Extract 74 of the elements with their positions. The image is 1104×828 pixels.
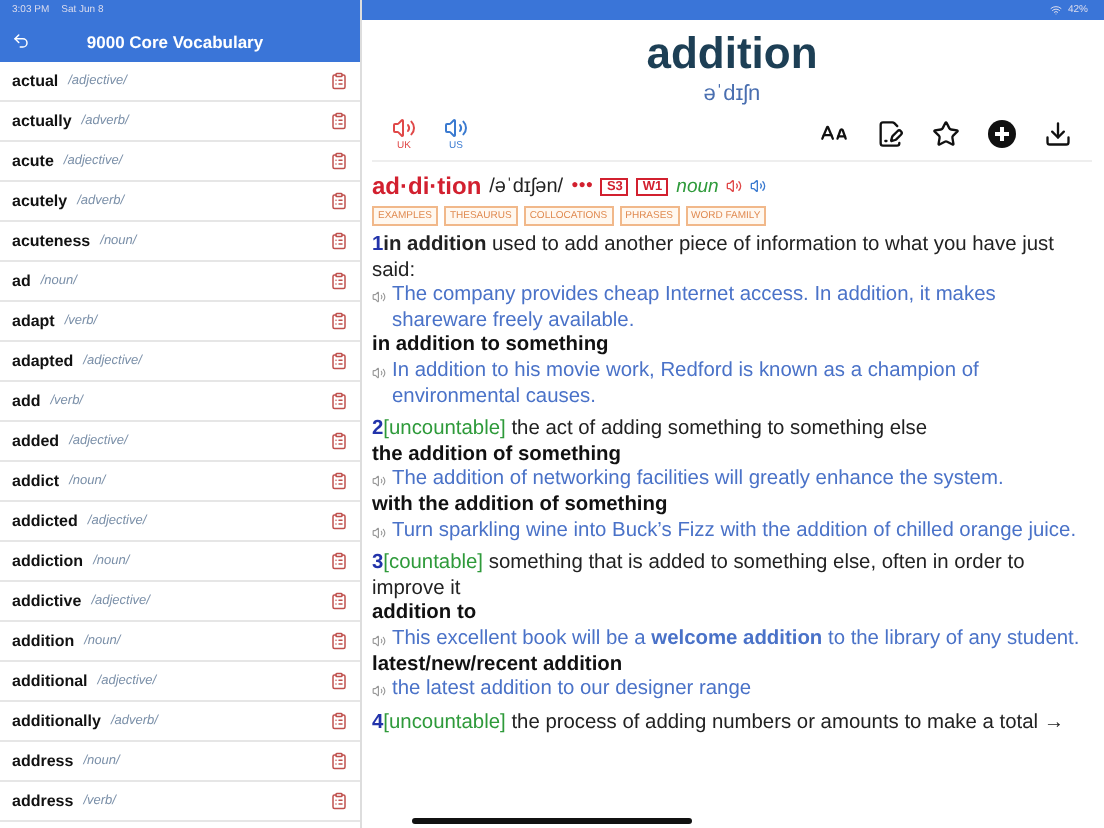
add-icon <box>988 120 1016 148</box>
note-icon[interactable] <box>330 432 348 450</box>
entry-headword: ad·di·tion <box>372 172 482 200</box>
note-icon[interactable] <box>330 112 348 130</box>
part-of-speech: noun <box>676 175 719 197</box>
grammar-pattern: the addition of something <box>372 443 624 469</box>
headword: addition <box>644 28 820 80</box>
note-icon[interactable] <box>330 312 348 330</box>
note-icon[interactable] <box>330 472 348 490</box>
vocabulary-word[interactable]: address <box>12 752 74 770</box>
vocabulary-word[interactable]: additional <box>12 672 88 690</box>
vocabulary-word[interactable]: add <box>12 392 41 410</box>
vocabulary-word[interactable]: ad <box>12 272 31 290</box>
note-icon[interactable] <box>330 552 348 570</box>
example-sentence: The company provides cheap Internet access. In addition, it makes shareware freely available. <box>392 284 998 335</box>
note-icon[interactable] <box>330 72 348 90</box>
vocabulary-word[interactable]: acuteness <box>12 232 91 250</box>
back-button[interactable] <box>12 32 30 50</box>
example-sentence: the latest addition to our designer range <box>392 678 752 704</box>
grammar-pattern: latest/new/recent addition <box>372 653 625 679</box>
vocabulary-word[interactable]: address <box>12 792 74 810</box>
speaker-icon[interactable] <box>372 525 386 540</box>
vocabulary-word[interactable]: added <box>12 432 60 450</box>
speaker-icon[interactable] <box>372 290 386 305</box>
vocabulary-word[interactable]: acutely <box>12 192 68 210</box>
sense-definition: 4[uncountable] the process of adding numbers or amounts to make a total → <box>372 711 1067 737</box>
note-icon[interactable] <box>330 632 348 650</box>
note-icon[interactable] <box>330 792 348 810</box>
note-icon[interactable] <box>330 272 348 290</box>
vocabulary-word[interactable]: addiction <box>12 552 84 570</box>
vocabulary-word[interactable]: adapt <box>12 312 55 330</box>
vocabulary-word[interactable]: addict <box>12 472 60 490</box>
note-icon[interactable] <box>330 232 348 250</box>
note-icon[interactable] <box>330 392 348 410</box>
sense-definition: 3[countable] something that is added to something else, often in order to improve it <box>372 552 1027 603</box>
note-icon[interactable] <box>330 592 348 610</box>
sense-definition: 1in addition used to add another piece of information to what you have just said: <box>372 234 1056 285</box>
speaker-icon[interactable] <box>726 178 743 194</box>
vocabulary-word[interactable]: additionally <box>12 712 101 730</box>
note-icon[interactable] <box>330 752 348 770</box>
speaker-icon[interactable] <box>372 684 386 699</box>
note-icon[interactable] <box>330 192 348 210</box>
vocabulary-word[interactable]: acute <box>12 152 54 170</box>
download-button[interactable] <box>1044 120 1072 148</box>
speaker-icon[interactable] <box>750 178 767 194</box>
star-button[interactable] <box>932 120 960 148</box>
vocabulary-word[interactable]: adapted <box>12 352 74 370</box>
note-icon[interactable] <box>330 152 348 170</box>
example-sentence: The addition of networking facilities will greatly enhance the system. <box>392 468 1004 494</box>
note-icon[interactable] <box>330 672 348 690</box>
example-sentence: Turn sparkling wine into Buck’s Fizz with the addition of chilled orange juice. <box>392 519 1077 545</box>
grammar-pattern: in addition to something <box>372 334 611 360</box>
speaker-icon[interactable] <box>372 633 386 648</box>
vocabulary-word[interactable]: actual <box>12 72 59 90</box>
note-edit-button[interactable] <box>876 120 904 148</box>
speaker-icon[interactable] <box>372 474 386 489</box>
vocabulary-word[interactable]: actually <box>12 112 72 130</box>
entry-pronunciation: /əˈdɪʃən/ <box>489 175 564 197</box>
example-sentence: This excellent book will be a welcome addition to the library of any student. <box>392 627 1080 653</box>
example-sentence: In addition to his movie work, Redford is known as a champion of environmental causes. <box>392 359 981 411</box>
pronunciation: əˈdɪʃn <box>701 82 763 106</box>
grammar-pattern: with the addition of something <box>372 493 670 520</box>
speaker-icon[interactable] <box>372 365 386 380</box>
sense-definition: 2[uncountable] the act of adding something to something else <box>372 418 930 444</box>
note-icon[interactable] <box>330 512 348 530</box>
vocabulary-word[interactable]: addicted <box>12 512 78 530</box>
vocabulary-word[interactable]: addictive <box>12 592 82 610</box>
note-icon[interactable] <box>330 352 348 370</box>
vocabulary-word[interactable]: addition <box>12 632 75 650</box>
add-button[interactable] <box>988 120 1016 148</box>
note-icon[interactable] <box>330 712 348 730</box>
grammar-pattern: addition to <box>372 602 479 628</box>
wifi-icon <box>1049 4 1062 16</box>
list-title: 9000 Core Vocabulary <box>84 31 266 51</box>
